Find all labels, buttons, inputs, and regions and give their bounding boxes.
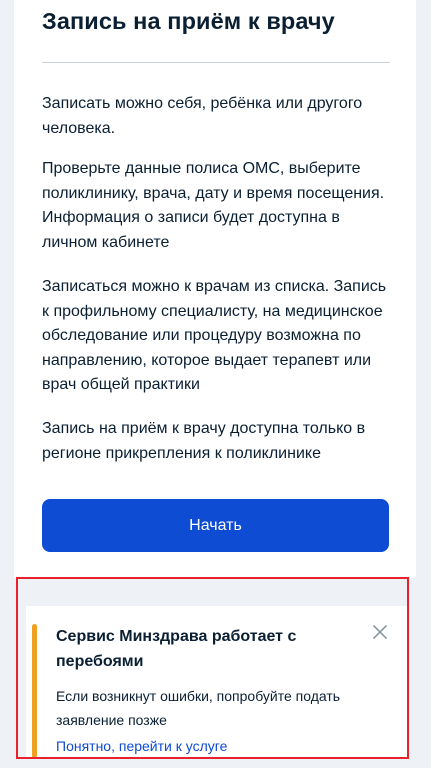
- start-button[interactable]: Начать: [42, 499, 389, 552]
- highlight-frame: [16, 577, 409, 759]
- divider: [42, 62, 390, 63]
- page-title: Запись на приём к врачу: [42, 8, 335, 34]
- info-paragraph-3: Записаться можно к врачам из списка. Зап…: [42, 278, 387, 393]
- content-card: Запись на приём к врачу Записать можно с…: [14, 0, 416, 578]
- info-paragraph-2: Проверьте данные полиса ОМС, выберите по…: [42, 160, 385, 251]
- info-paragraph-1: Записать можно себя, ребёнка или другого…: [42, 95, 363, 137]
- info-paragraph-4: Запись на приём к врачу доступна только …: [42, 420, 366, 462]
